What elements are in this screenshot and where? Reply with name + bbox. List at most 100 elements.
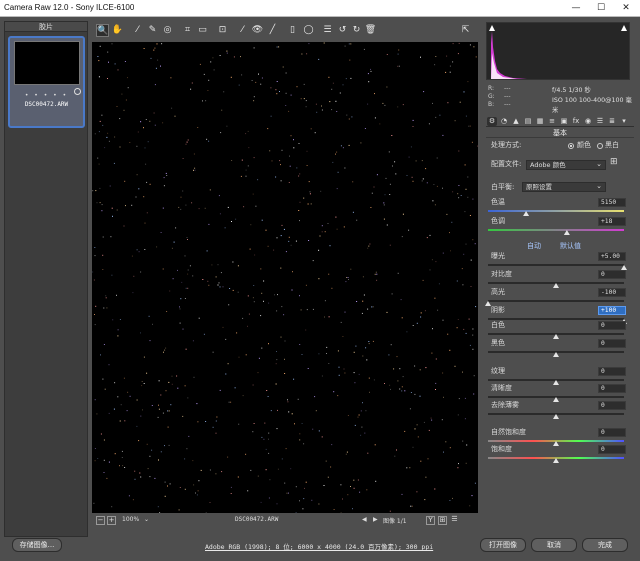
view-settings-icon[interactable]: ☰ bbox=[450, 516, 459, 525]
targeted-adjustment-tool-icon[interactable]: ◎ bbox=[161, 24, 174, 37]
b-value: --- bbox=[504, 101, 511, 108]
minimize-button[interactable]: — bbox=[565, 0, 587, 17]
zoom-level-select[interactable]: 100% bbox=[122, 516, 139, 523]
effects-tab-icon[interactable]: fx bbox=[571, 117, 581, 126]
snapshots-tab-icon[interactable]: ≣ bbox=[607, 117, 617, 126]
crop-tool-icon[interactable]: ⌗ bbox=[181, 24, 194, 37]
auto-link[interactable]: 自动 bbox=[527, 241, 541, 251]
contrast-value-field[interactable]: 0 bbox=[598, 270, 626, 279]
color-sampler-tool-icon[interactable]: ✎ bbox=[146, 24, 159, 37]
maximize-button[interactable]: ☐ bbox=[590, 0, 612, 17]
shadows-value-field[interactable]: +100 bbox=[598, 306, 626, 315]
presets-tab-icon[interactable]: ☰ bbox=[595, 117, 605, 126]
zoom-tool-icon[interactable]: 🔍 bbox=[96, 24, 109, 37]
tone-curve-tab-icon[interactable]: ◔ bbox=[499, 117, 509, 126]
spot-removal-tool-icon[interactable]: ⁄ bbox=[236, 24, 249, 37]
chevron-down-icon[interactable]: ⌄ bbox=[144, 516, 149, 523]
basic-tab-icon[interactable]: ⚙ bbox=[487, 117, 497, 126]
filmstrip-panel: 胶片 • • • • • DSC00472.ARW bbox=[4, 21, 88, 537]
blacks-value-field[interactable]: 0 bbox=[598, 339, 626, 348]
exposure-slider-track[interactable] bbox=[488, 264, 624, 266]
hand-tool-icon[interactable]: ✋ bbox=[111, 24, 124, 37]
texture-label: 纹理 bbox=[491, 367, 505, 375]
highlights-slider-track[interactable] bbox=[488, 300, 624, 302]
previous-image-button[interactable]: ◀ bbox=[362, 516, 367, 523]
blacks-label: 黑色 bbox=[491, 339, 505, 347]
profile-browser-icon[interactable]: ⊞ bbox=[610, 158, 618, 167]
fullscreen-toggle-icon[interactable]: ⇱ bbox=[459, 24, 472, 37]
preview-image bbox=[92, 42, 478, 513]
cancel-button[interactable]: 取消 bbox=[531, 538, 577, 552]
texture-value-field[interactable]: 0 bbox=[598, 367, 626, 376]
zoom-in-button[interactable]: + bbox=[107, 516, 116, 525]
graduated-filter-icon[interactable]: ▯ bbox=[286, 24, 299, 37]
next-image-button[interactable]: ▶ bbox=[373, 516, 378, 523]
treatment-bw-label: 黑白 bbox=[605, 141, 619, 149]
close-button[interactable]: ✕ bbox=[615, 0, 637, 17]
lens-tab-icon[interactable]: ≡ bbox=[547, 117, 557, 126]
adjustment-brush-icon[interactable]: ╱ bbox=[266, 24, 279, 37]
transform-tab-icon[interactable]: ▣ bbox=[559, 117, 569, 126]
rotate-cw-icon[interactable]: ↻ bbox=[350, 24, 363, 37]
temp-label: 色温 bbox=[491, 198, 505, 206]
white-balance-select[interactable]: 原照设置 bbox=[522, 182, 606, 192]
whites-value-field[interactable]: 0 bbox=[598, 321, 626, 330]
rgb-readout: R: --- G: --- B: --- bbox=[488, 85, 520, 109]
preferences-icon[interactable]: ☰ bbox=[321, 24, 334, 37]
vibrance-label: 自然饱和度 bbox=[491, 428, 526, 436]
treatment-color-radio[interactable] bbox=[568, 143, 574, 149]
profile-select[interactable]: Adobe 颜色 bbox=[526, 160, 606, 170]
footer-bar: 存储图像... Adobe RGB (1998); 8 位; 6000 x 40… bbox=[0, 537, 640, 561]
rotate-ccw-icon[interactable]: ↺ bbox=[336, 24, 349, 37]
shadows-slider-track[interactable] bbox=[488, 318, 624, 320]
done-button[interactable]: 完成 bbox=[582, 538, 628, 552]
before-after-toggle[interactable]: Y bbox=[426, 516, 435, 525]
window-title: Camera Raw 12.0 - Sony ILCE-6100 bbox=[4, 3, 135, 12]
open-image-button[interactable]: 打开图像 bbox=[480, 538, 526, 552]
delete-icon[interactable]: 🗑 bbox=[364, 24, 377, 37]
clarity-value-field[interactable]: 0 bbox=[598, 384, 626, 393]
temp-value-field[interactable]: 5150 bbox=[598, 198, 626, 207]
image-counter: 图像 1/1 bbox=[383, 518, 407, 525]
saturation-value-field[interactable]: 0 bbox=[598, 445, 626, 454]
filmstrip-thumbnail[interactable]: • • • • • DSC00472.ARW bbox=[8, 36, 85, 128]
save-image-button[interactable]: 存储图像... bbox=[12, 538, 62, 552]
exposure-value-field[interactable]: +5.00 bbox=[598, 252, 626, 261]
title-bar: Camera Raw 12.0 - Sony ILCE-6100 — ☐ ✕ bbox=[0, 0, 640, 17]
highlights-value-field[interactable]: -100 bbox=[598, 288, 626, 297]
treatment-bw-radio[interactable] bbox=[597, 143, 603, 149]
radial-filter-icon[interactable]: ◯ bbox=[302, 24, 315, 37]
compare-view-button[interactable]: ⊞ bbox=[438, 516, 447, 525]
white-balance-tool-icon[interactable]: ⁄ bbox=[131, 24, 144, 37]
white-balance-label: 白平衡: bbox=[491, 183, 515, 191]
transform-tool-icon[interactable]: ⊡ bbox=[216, 24, 229, 37]
thumbnail-image bbox=[14, 41, 80, 85]
temp-slider-track[interactable] bbox=[488, 210, 624, 212]
shadows-label: 阴影 bbox=[491, 306, 505, 314]
exif-aperture-shutter: f/4.5 1/30 秒 bbox=[552, 87, 591, 94]
default-link[interactable]: 默认值 bbox=[560, 241, 581, 251]
detail-tab-icon[interactable]: ▲ bbox=[511, 117, 521, 126]
split-toning-tab-icon[interactable]: ▦ bbox=[535, 117, 545, 126]
straighten-tool-icon[interactable]: ▭ bbox=[196, 24, 209, 37]
tint-slider-track[interactable] bbox=[488, 229, 624, 231]
hsl-tab-icon[interactable]: ▤ bbox=[523, 117, 533, 126]
adjustments-panel: R: --- G: --- B: --- f/4.5 1/30 秒 ISO 100 1… bbox=[482, 21, 636, 534]
treatment-color-label: 颜色 bbox=[577, 141, 591, 149]
panel-menu-icon[interactable]: ▾ bbox=[619, 117, 629, 126]
thumbnail-rating[interactable]: • • • • • bbox=[10, 92, 83, 99]
red-eye-tool-icon[interactable]: 👁 bbox=[251, 24, 264, 37]
vibrance-value-field[interactable]: 0 bbox=[598, 428, 626, 437]
g-value: --- bbox=[504, 93, 511, 100]
calibration-tab-icon[interactable]: ◉ bbox=[583, 117, 593, 126]
r-label: R: bbox=[488, 85, 495, 92]
section-title: 基本 bbox=[486, 129, 634, 138]
preview-status-bar: − + 100% ⌄ DSC00472.ARW ◀ ▶ 图像 1/1 Y ⊞ ☰ bbox=[92, 515, 478, 527]
workflow-options-link[interactable]: Adobe RGB (1998); 8 位; 6000 x 4000 (24.0… bbox=[205, 541, 433, 551]
tint-value-field[interactable]: +18 bbox=[598, 217, 626, 226]
dehaze-value-field[interactable]: 0 bbox=[598, 401, 626, 410]
thumbnail-filename: DSC00472.ARW bbox=[24, 101, 69, 108]
dehaze-label: 去除薄雾 bbox=[491, 401, 519, 409]
image-preview[interactable] bbox=[92, 42, 478, 513]
zoom-out-button[interactable]: − bbox=[96, 516, 105, 525]
